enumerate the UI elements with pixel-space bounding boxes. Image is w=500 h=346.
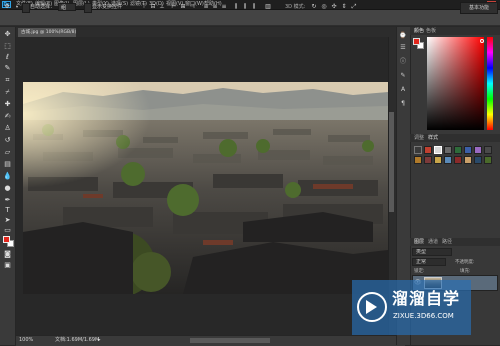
align-hcenter-icon[interactable]: ⊞: [179, 3, 187, 11]
status-arrow-icon[interactable]: ▸: [98, 337, 101, 344]
color-picker-marker[interactable]: [480, 39, 484, 43]
foreground-color-swatch[interactable]: [3, 236, 10, 243]
tab-adjustments[interactable]: 调整: [414, 135, 424, 142]
document-info[interactable]: 文档:1.69M/1.69M: [55, 337, 99, 344]
lock-label: 锁定:: [414, 269, 425, 274]
distribute-hcenter-icon[interactable]: ⫼: [241, 3, 249, 11]
tab-channels[interactable]: 通道: [428, 239, 438, 246]
auto-align-icon[interactable]: ▥: [264, 3, 272, 11]
distribute-bottom-icon[interactable]: ≡: [220, 3, 228, 11]
eraser-icon[interactable]: ▱: [3, 148, 12, 157]
type-icon[interactable]: T: [3, 206, 12, 215]
workspace-dropdown[interactable]: 基本功能: [460, 2, 498, 14]
show-transform-checkbox[interactable]: [84, 3, 92, 13]
tab-layers[interactable]: 图层: [414, 239, 424, 246]
watermark-title: 溜溜自学: [392, 289, 461, 308]
character-panel-icon[interactable]: A: [399, 86, 407, 94]
align-right-icon[interactable]: ⊣: [188, 3, 196, 11]
style-swatch[interactable]: [484, 146, 492, 154]
clone-stamp-icon[interactable]: ♙: [3, 124, 12, 133]
document-tab[interactable]: 古城.jpg @ 100%(RGB/8): [18, 28, 76, 37]
show-transform-label: 显示变换控件: [92, 4, 123, 10]
watermark-url: ZIXUE.3D66.COM: [393, 312, 454, 320]
blur-icon[interactable]: 💧: [3, 172, 12, 181]
watermark-play-triangle-icon: [366, 300, 377, 314]
3d-slide-icon[interactable]: ⇕: [340, 3, 348, 11]
quick-mask-icon[interactable]: ◙: [3, 250, 12, 259]
move-icon[interactable]: ✥: [3, 30, 12, 39]
3d-mode-label: 3D 模式:: [285, 4, 306, 10]
style-swatch[interactable]: [464, 156, 472, 164]
eyedropper-icon[interactable]: ⌿: [3, 88, 12, 97]
style-swatch[interactable]: [454, 156, 462, 164]
distribute-left-icon[interactable]: ⫼: [232, 3, 240, 11]
fill-label: 填充:: [460, 269, 471, 274]
horizontal-scroll-thumb[interactable]: [190, 338, 270, 343]
path-select-icon[interactable]: ➤: [3, 216, 12, 225]
distribute-vcenter-icon[interactable]: ≡: [211, 3, 219, 11]
style-swatch-selected[interactable]: [434, 146, 442, 154]
shape-icon[interactable]: ▭: [3, 226, 12, 235]
crop-icon[interactable]: ⌗: [3, 76, 12, 85]
auto-select-label: 自动选择：: [30, 4, 56, 10]
align-vcenter-icon[interactable]: ⊟: [149, 3, 157, 11]
auto-select-checkbox[interactable]: [22, 3, 30, 13]
canvas-image[interactable]: [23, 82, 388, 294]
layer-filter-dropdown[interactable]: 类型: [412, 248, 452, 256]
style-swatch[interactable]: [464, 146, 472, 154]
history-brush-icon[interactable]: ↺: [3, 136, 12, 145]
style-none[interactable]: [414, 146, 422, 154]
3d-rotate-icon[interactable]: ↻: [310, 3, 318, 11]
healing-brush-icon[interactable]: ✚: [3, 100, 12, 109]
distribute-right-icon[interactable]: ⫼: [250, 3, 258, 11]
brush-icon[interactable]: ✍: [3, 112, 12, 121]
align-left-icon[interactable]: ⊢: [170, 3, 178, 11]
zoom-level[interactable]: 100%: [19, 337, 33, 344]
3d-drag-icon[interactable]: ✣: [330, 3, 338, 11]
preset-dropdown-icon[interactable]: ▾: [13, 3, 21, 11]
opacity-label: 不透明度:: [455, 260, 475, 265]
brush-presets-panel-icon[interactable]: ✎: [399, 72, 407, 80]
gradient-icon[interactable]: ▤: [3, 160, 12, 169]
color-picker-field[interactable]: [427, 37, 484, 130]
pen-icon[interactable]: ✒: [3, 196, 12, 205]
hue-slider[interactable]: [487, 37, 493, 130]
style-swatch[interactable]: [434, 156, 442, 164]
style-swatch[interactable]: [424, 156, 432, 164]
3d-roll-icon[interactable]: ◎: [320, 3, 328, 11]
quick-select-icon[interactable]: ✎: [3, 64, 12, 73]
screen-mode-icon[interactable]: ▣: [3, 261, 12, 270]
lasso-icon[interactable]: ℓ: [3, 53, 12, 62]
marquee-icon[interactable]: ⬚: [3, 42, 12, 51]
panel-foreground-swatch[interactable]: [413, 38, 420, 45]
distribute-top-icon[interactable]: ≡: [202, 3, 210, 11]
3d-scale-icon[interactable]: ⤢: [350, 3, 358, 11]
tab-paths[interactable]: 路径: [442, 239, 452, 246]
align-top-icon[interactable]: ⊤: [140, 3, 148, 11]
style-swatch[interactable]: [444, 146, 452, 154]
style-swatch[interactable]: [484, 156, 492, 164]
style-swatch[interactable]: [414, 156, 422, 164]
history-panel-icon[interactable]: ⌚: [399, 32, 407, 40]
style-swatch[interactable]: [474, 156, 482, 164]
auto-select-dropdown[interactable]: 组: [58, 3, 76, 11]
style-swatch[interactable]: [424, 146, 432, 154]
tab-styles[interactable]: 样式: [428, 135, 438, 142]
blend-mode-dropdown[interactable]: 正常: [412, 258, 446, 266]
style-swatch[interactable]: [444, 156, 452, 164]
vertical-scroll-thumb[interactable]: [389, 112, 394, 212]
options-bar: [0, 10, 500, 26]
style-swatch[interactable]: [454, 146, 462, 154]
dodge-icon[interactable]: ●: [3, 184, 12, 193]
paragraph-panel-icon[interactable]: ¶: [399, 100, 407, 108]
move-tool-preset-icon[interactable]: ✥: [3, 3, 11, 11]
align-bottom-icon[interactable]: ⊥: [158, 3, 166, 11]
style-swatch[interactable]: [474, 146, 482, 154]
tab-color[interactable]: 颜色: [414, 28, 424, 35]
tab-swatches[interactable]: 色板: [426, 28, 436, 35]
info-panel-icon[interactable]: ⓘ: [399, 58, 407, 66]
properties-panel-icon[interactable]: ☰: [399, 44, 407, 52]
